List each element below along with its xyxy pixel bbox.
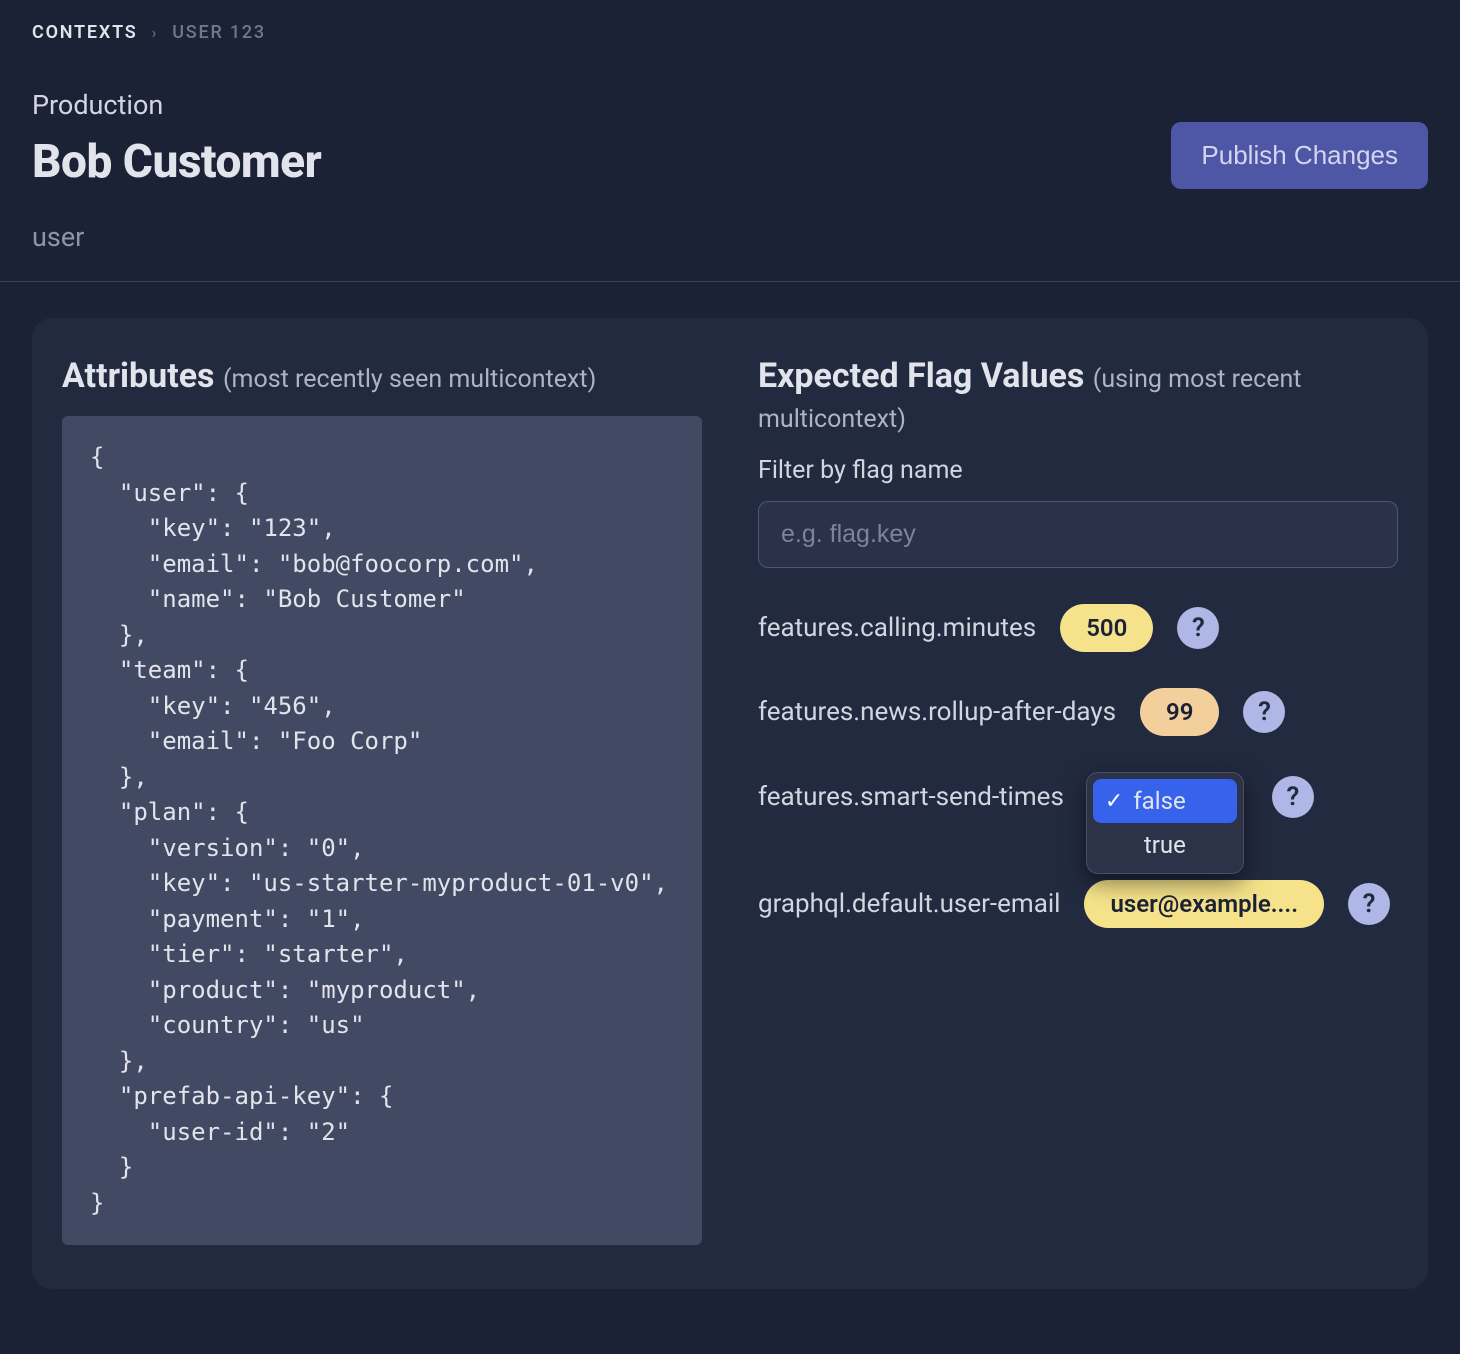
expected-heading-text: Expected Flag Values <box>758 356 1084 396</box>
flag-value-pill[interactable]: user@example.... <box>1084 880 1324 928</box>
flag-name: features.news.rollup-after-days <box>758 697 1116 727</box>
flag-row: graphql.default.user-email user@example.… <box>758 880 1398 928</box>
flag-name: features.smart-send-times <box>758 782 1064 812</box>
attributes-heading: Attributes (most recently seen multicont… <box>62 356 702 396</box>
expected-heading: Expected Flag Values (using most recent … <box>758 356 1398 436</box>
chevron-right-icon: › <box>152 23 159 42</box>
dropdown-option-label: true <box>1144 831 1186 859</box>
flag-value-pill[interactable]: 99 <box>1140 688 1219 736</box>
dropdown-option-true[interactable]: true <box>1093 823 1237 867</box>
dropdown-option-false[interactable]: ✓ false <box>1093 779 1237 823</box>
flag-row: features.smart-send-times ✓ false true ? <box>758 772 1398 822</box>
check-icon: ✓ <box>1105 789 1123 814</box>
environment-label: Production <box>32 89 321 121</box>
attributes-heading-text: Attributes <box>62 356 215 396</box>
help-icon[interactable]: ? <box>1272 776 1314 818</box>
attributes-note: (most recently seen multicontext) <box>223 365 596 394</box>
filter-flag-input[interactable] <box>758 501 1398 568</box>
flag-row: features.news.rollup-after-days 99 ? <box>758 688 1398 736</box>
publish-changes-button[interactable]: Publish Changes <box>1171 122 1428 189</box>
flag-value-pill[interactable]: 500 <box>1060 604 1153 652</box>
help-icon[interactable]: ? <box>1243 691 1285 733</box>
main-card: Attributes (most recently seen multicont… <box>32 318 1428 1289</box>
help-icon[interactable]: ? <box>1348 883 1390 925</box>
breadcrumb-leaf: User 123 <box>172 22 266 43</box>
context-type-label: user <box>32 221 1428 253</box>
flag-name: graphql.default.user-email <box>758 889 1060 919</box>
help-icon[interactable]: ? <box>1177 607 1219 649</box>
filter-label: Filter by flag name <box>758 456 1398 485</box>
flag-row: features.calling.minutes 500 ? <box>758 604 1398 652</box>
page-title: Bob Customer <box>32 135 321 189</box>
attributes-json: { "user": { "key": "123", "email": "bob@… <box>62 416 702 1245</box>
dropdown-option-label: false <box>1133 787 1185 815</box>
attributes-column: Attributes (most recently seen multicont… <box>62 356 702 1245</box>
expected-column: Expected Flag Values (using most recent … <box>758 356 1398 1245</box>
flag-value-dropdown[interactable]: ✓ false true <box>1086 772 1244 874</box>
flag-name: features.calling.minutes <box>758 613 1036 643</box>
breadcrumb-root[interactable]: Contexts <box>32 22 138 43</box>
breadcrumb: Contexts › User 123 <box>32 22 1428 43</box>
